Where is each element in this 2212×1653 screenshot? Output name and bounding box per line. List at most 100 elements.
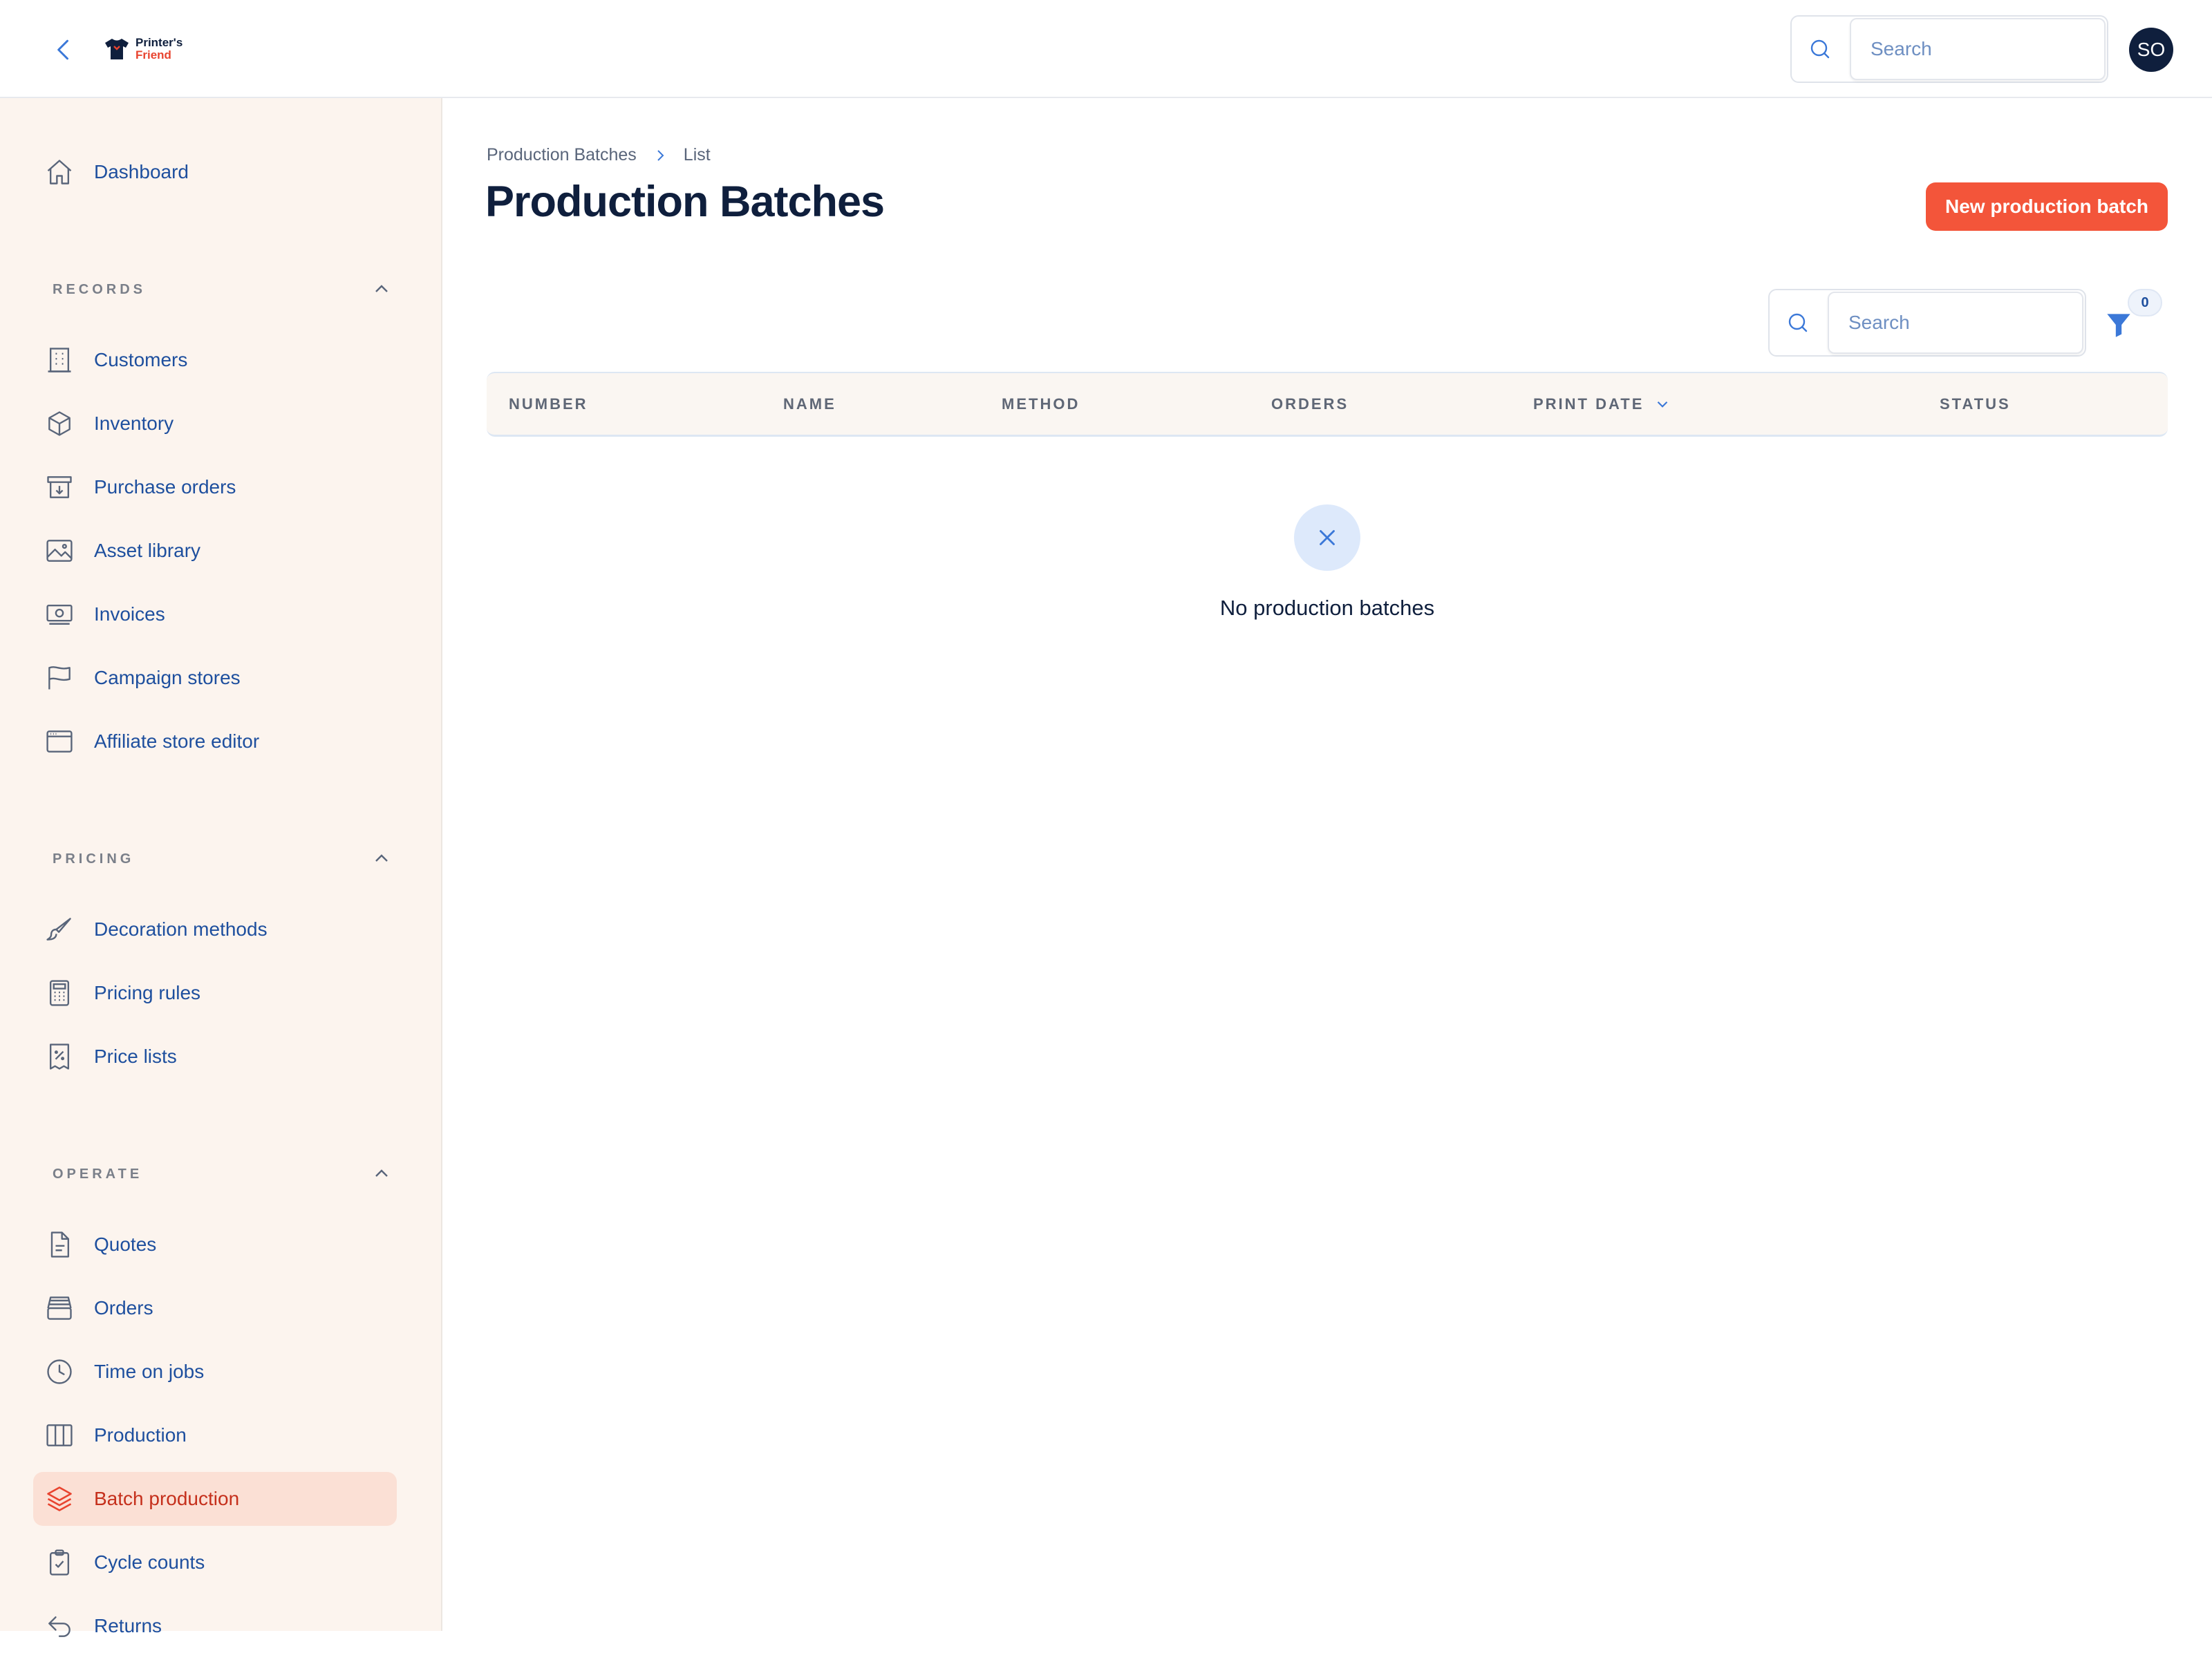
sidebar-item-label: Customers (94, 349, 188, 370)
sidebar-item-price-lists[interactable]: Price lists (33, 1030, 397, 1084)
sidebar-item-dashboard[interactable]: Dashboard (33, 145, 397, 199)
new-production-batch-button[interactable]: New production batch (1926, 182, 2168, 231)
calculator-icon (49, 980, 70, 1006)
sidebar-item-cycle-counts[interactable]: Cycle counts (33, 1536, 397, 1589)
sidebar-item-label: Quotes (94, 1234, 157, 1255)
image-icon (46, 540, 73, 562)
table-header: NUMBER NAME METHOD ORDERS PRINT DATE STA… (487, 372, 2168, 437)
sidebar-item-customers[interactable]: Customers (33, 333, 397, 387)
sidebar-item-time-on-jobs[interactable]: Time on jobs (33, 1345, 397, 1399)
column-label: ORDERS (1271, 395, 1349, 413)
sidebar-item-asset-library[interactable]: Asset library (33, 524, 397, 578)
column-header-number[interactable]: NUMBER (509, 373, 588, 435)
chevron-up-icon (375, 285, 388, 292)
home-icon (47, 160, 72, 185)
sidebar-item-label: Production (94, 1424, 187, 1446)
sidebar-item-label: Asset library (94, 540, 201, 561)
column-header-status[interactable]: STATUS (1940, 373, 2011, 435)
search-icon-box (1770, 290, 1826, 355)
chevron-up-icon (375, 1169, 388, 1177)
section-title: PRICING (53, 851, 135, 867)
column-header-method[interactable]: METHOD (1002, 373, 1080, 435)
global-search-input[interactable]: Search (1850, 18, 2106, 80)
layers-icon (47, 1486, 72, 1511)
sidebar-item-label: Campaign stores (94, 667, 241, 688)
sidebar-item-label: Price lists (94, 1046, 177, 1067)
search-icon (1810, 39, 1830, 59)
filter-count-badge: 0 (2128, 289, 2162, 317)
building-icon (48, 348, 71, 372)
sidebar-item-label: Affiliate store editor (94, 730, 260, 752)
sidebar-item-label: Orders (94, 1297, 153, 1319)
section-title: RECORDS (53, 282, 147, 297)
empty-state-icon (1294, 504, 1360, 571)
sidebar-item-inventory[interactable]: Inventory (33, 397, 397, 451)
sidebar-item-label: Cycle counts (94, 1551, 205, 1573)
sidebar-item-invoices[interactable]: Invoices (33, 587, 397, 641)
section-records[interactable]: RECORDS (53, 282, 398, 310)
chevron-right-icon (657, 149, 664, 161)
flag-icon (48, 666, 71, 690)
clock-icon (47, 1359, 72, 1384)
archive-download-icon (47, 476, 72, 498)
section-operate[interactable]: OPERATE (53, 1166, 398, 1194)
column-header-orders[interactable]: ORDERS (1271, 373, 1349, 435)
column-label: STATUS (1940, 395, 2011, 413)
back-button[interactable] (48, 35, 79, 65)
column-header-print-date[interactable]: PRINT DATE (1533, 373, 1671, 435)
search-icon-box (1792, 17, 1848, 82)
column-label: PRINT DATE (1533, 395, 1644, 413)
tshirt-logo-icon (105, 39, 129, 59)
sidebar-item-label: Dashboard (94, 161, 189, 182)
chevron-left-icon (57, 39, 68, 60)
sidebar-item-purchase-orders[interactable]: Purchase orders (33, 460, 397, 514)
sidebar-item-decoration-methods[interactable]: Decoration methods (33, 903, 397, 956)
sidebar-item-label: Batch production (94, 1488, 240, 1509)
sidebar-item-pricing-rules[interactable]: Pricing rules (33, 966, 397, 1020)
x-mark-icon (1320, 530, 1335, 545)
sidebar-item-affiliate-store-editor[interactable]: Affiliate store editor (33, 715, 397, 768)
column-header-name[interactable]: NAME (783, 373, 836, 435)
search-icon (1788, 313, 1808, 332)
sidebar-item-label: Decoration methods (94, 918, 268, 940)
receipt-percent-icon (49, 1043, 70, 1070)
global-search[interactable]: Search (1790, 15, 2108, 83)
sidebar-item-production[interactable]: Production (33, 1408, 397, 1462)
sidebar-item-label: Time on jobs (94, 1361, 205, 1382)
paintbrush-icon (46, 918, 71, 941)
sidebar-item-orders[interactable]: Orders (33, 1281, 397, 1335)
table-search-input[interactable]: Search (1828, 292, 2083, 354)
logo-text: Printer's Friend (135, 37, 182, 62)
column-label: NAME (783, 395, 836, 413)
clipboard-check-icon (49, 1549, 70, 1576)
breadcrumb: Production Batches List (487, 145, 711, 165)
column-label: METHOD (1002, 395, 1080, 413)
logo-line2: Friend (135, 48, 171, 62)
chevron-down-icon (1658, 401, 1668, 408)
sidebar-item-label: Pricing rules (94, 982, 201, 1003)
inbox-stack-icon (47, 1296, 72, 1320)
columns-icon (46, 1424, 73, 1446)
section-title: OPERATE (53, 1166, 143, 1182)
top-bar: Printer's Friend Search SO (0, 0, 2212, 98)
sidebar-item-label: Returns (94, 1615, 162, 1636)
sidebar-item-batch-production[interactable]: Batch production (33, 1472, 397, 1526)
empty-state-message: No production batches (1219, 596, 1435, 620)
table-search[interactable]: Search (1768, 289, 2086, 357)
breadcrumb-parent-link[interactable]: Production Batches (487, 145, 637, 165)
sidebar-item-returns[interactable]: Returns (33, 1599, 397, 1653)
banknote-icon (46, 604, 73, 625)
app-logo[interactable]: Printer's Friend (104, 32, 182, 66)
page-title: Production Batches (485, 178, 885, 226)
logo-line1: Printer's (135, 36, 183, 49)
chevron-up-icon (375, 854, 388, 862)
sidebar-item-label: Purchase orders (94, 476, 236, 498)
sidebar-item-quotes[interactable]: Quotes (33, 1218, 397, 1272)
document-icon (50, 1231, 70, 1258)
sidebar-item-campaign-stores[interactable]: Campaign stores (33, 651, 397, 705)
column-label: NUMBER (509, 395, 588, 413)
section-pricing[interactable]: PRICING (53, 851, 398, 879)
sidebar-item-label: Inventory (94, 413, 174, 434)
return-arrow-icon (48, 1616, 71, 1637)
user-avatar[interactable]: SO (2129, 28, 2173, 72)
